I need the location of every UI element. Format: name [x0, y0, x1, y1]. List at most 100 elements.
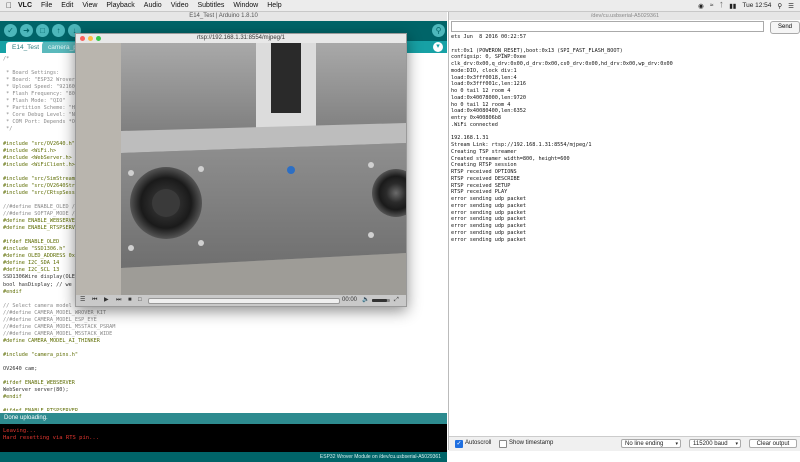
serial-log-line: entry 0x400806b8 — [451, 115, 501, 121]
code-line: OV2640 cam; — [3, 366, 38, 373]
console-line: Leaving... — [3, 428, 37, 434]
next-icon[interactable]: ⏭ — [116, 296, 121, 305]
serial-log-line: Stream Link: rtsp://192.168.1.31:8554/mj… — [451, 142, 592, 148]
serial-log-line: error sending udp packet — [451, 229, 526, 236]
camera-icon[interactable]: ◉ — [698, 2, 704, 10]
zoom-window-button[interactable] — [96, 36, 101, 41]
serial-title: /dev/cu.usbserial-A5029361 — [449, 12, 800, 20]
chevron-down-icon: ▾ — [675, 441, 678, 447]
verify-button[interactable]: ✓ — [4, 24, 17, 37]
menu-file[interactable]: File — [41, 2, 52, 9]
show-timestamp-checkbox[interactable] — [499, 440, 507, 448]
menu-playback[interactable]: Playback — [106, 2, 134, 9]
code-line: //#define CAMERA_MODEL_M5STACK_WIDE — [3, 330, 113, 337]
ide-console: Leaving... Hard resetting via RTS pin... — [0, 424, 447, 452]
serial-log-line: Creating RTSP session — [451, 162, 517, 169]
serial-log-line: error sending udp packet — [451, 223, 526, 229]
vlc-controls: ☰ ⏮ ▶ ⏭ ■ □ 00:00 🔈 ⤢ — [76, 295, 406, 306]
serial-monitor-button[interactable]: ⚲ — [432, 24, 445, 37]
close-window-button[interactable] — [80, 36, 85, 41]
serial-send-input[interactable] — [451, 21, 764, 32]
play-icon[interactable]: ▶ — [104, 296, 109, 305]
ide-status-bar: Done uploading. — [0, 413, 447, 424]
menu-audio[interactable]: Audio — [144, 2, 162, 9]
code-line: #endif — [3, 394, 22, 401]
apple-menu-icon[interactable]:  — [6, 1, 12, 10]
open-sketch-button[interactable]: ↑ — [52, 24, 65, 37]
code-line: #include "camera_pins.h" — [3, 351, 78, 358]
menu-subtitles[interactable]: Subtitles — [197, 2, 224, 9]
code-line: //#define CAMERA_MODEL_M5STACK_PSRAM — [3, 323, 116, 330]
serial-log-line: ho 0 tail 12 room 4 — [451, 101, 511, 108]
menu-bar:  VLC File Edit View Playback Audio Vide… — [0, 0, 800, 12]
serial-log-line — [451, 41, 796, 48]
line-ending-select[interactable]: No line ending ▾ — [621, 439, 681, 448]
menu-window[interactable]: Window — [233, 2, 258, 9]
playlist-icon[interactable]: ☰ — [80, 296, 85, 305]
minimize-window-button[interactable] — [88, 36, 93, 41]
serial-log-line: load:0x3fff001c,len:1216 — [451, 81, 526, 88]
bluetooth-icon[interactable]: ᛏ — [719, 2, 723, 9]
baud-rate-select[interactable]: 115200 baud ▾ — [689, 439, 741, 448]
serial-log-line: ets Jun 8 2016 00:22:57 — [451, 34, 526, 40]
vlc-title: rtsp://192.168.1.31:8554/mjpeg/1 — [196, 35, 286, 41]
stop-icon[interactable]: ■ — [128, 296, 132, 305]
code-line: WebServer server(80); — [3, 387, 69, 394]
clear-output-button[interactable]: Clear output — [749, 439, 797, 448]
show-timestamp-label: Show timestamp — [509, 440, 554, 446]
serial-log-line: error sending udp packet — [451, 196, 526, 202]
new-sketch-button[interactable]: □ — [36, 24, 49, 37]
serial-log-line: load:0x3fff0018,len:4 — [451, 74, 517, 81]
autoscroll-checkbox[interactable]: ✓ — [455, 440, 463, 448]
serial-log-line: RTSP received DESCRIBE — [451, 175, 520, 182]
volume-icon[interactable]: 🔈 — [362, 296, 369, 305]
previous-icon[interactable]: ⏮ — [92, 296, 97, 305]
camera-stream-image — [76, 43, 406, 295]
serial-log-line: Creating TSP streamer — [451, 148, 517, 155]
serial-log-line: error sending udp packet — [451, 216, 526, 223]
board-port-info: ESP32 Wrover Module on /dev/cu.usbserial… — [319, 454, 441, 460]
serial-log-line: configsip: 0, SPIWP:0xee — [451, 54, 526, 61]
menu-list-icon[interactable]: ☰ — [788, 2, 794, 10]
wifi-icon[interactable]: ≈ — [710, 2, 714, 9]
serial-log-line: rst:0x1 (POWERON_RESET),boot:0x13 (SPI_F… — [451, 47, 623, 54]
upload-button[interactable]: ➜ — [20, 24, 33, 37]
video-frame[interactable] — [76, 43, 406, 295]
serial-log-line: RTSP received SETUP — [451, 182, 511, 189]
elapsed-time: 00:00 — [342, 297, 358, 303]
serial-log-line: .WiFi connected — [451, 121, 498, 128]
ide-footer: ESP32 Wrover Module on /dev/cu.usbserial… — [0, 452, 447, 462]
menu-edit[interactable]: Edit — [61, 2, 73, 9]
serial-log-line: mode:DIO, clock div:1 — [451, 67, 517, 74]
send-button[interactable]: Send — [770, 21, 800, 34]
battery-icon[interactable]: ▮▮ — [729, 2, 736, 10]
code-line: //#define CAMERA_MODEL_ESP_EYE — [3, 316, 97, 323]
code-line: #ifdef ENABLE_WEBSERVER — [3, 380, 75, 387]
code-line: //#define CAMERA_MODEL_WROVER_KIT — [3, 309, 107, 316]
menu-app-vlc[interactable]: VLC — [18, 2, 32, 9]
expand-icon[interactable]: ⤢ — [394, 296, 399, 305]
code-line: #define CAMERA_MODEL_AI_THINKER — [3, 337, 100, 344]
serial-log-line: load:0x40080400,len:6352 — [451, 108, 526, 115]
menu-help[interactable]: Help — [267, 2, 281, 9]
serial-monitor-window: /dev/cu.usbserial-A5029361 Send ets Jun … — [448, 12, 800, 451]
clock[interactable]: Tue 12:54 — [742, 2, 771, 9]
menu-view[interactable]: View — [82, 2, 97, 9]
line-ending-value: No line ending — [625, 441, 664, 447]
serial-log-line: ho 0 tail 12 room 4 — [451, 88, 511, 94]
fullscreen-toggle-icon[interactable]: □ — [138, 296, 142, 305]
console-line: Hard resetting via RTS pin... — [3, 435, 100, 441]
serial-log-line: RTSP received OPTIONS — [451, 169, 517, 175]
menu-video[interactable]: Video — [171, 2, 189, 9]
tab-e14-test[interactable]: E14_Test — [6, 42, 46, 53]
serial-options-bar: ✓ Autoscroll Show timestamp No line endi… — [449, 436, 800, 451]
serial-log-line: 192.168.1.31 — [451, 135, 489, 142]
tab-menu-button[interactable]: ▾ — [433, 42, 443, 52]
serial-log-line: RTSP received PLAY — [451, 189, 508, 196]
seek-bar[interactable] — [148, 298, 340, 304]
serial-log-line: clk_drv:0x00,q_drv:0x00,d_drv:0x00,cs0_d… — [451, 61, 673, 67]
search-icon[interactable]: ⚲ — [777, 2, 782, 10]
volume-slider[interactable] — [372, 299, 390, 302]
